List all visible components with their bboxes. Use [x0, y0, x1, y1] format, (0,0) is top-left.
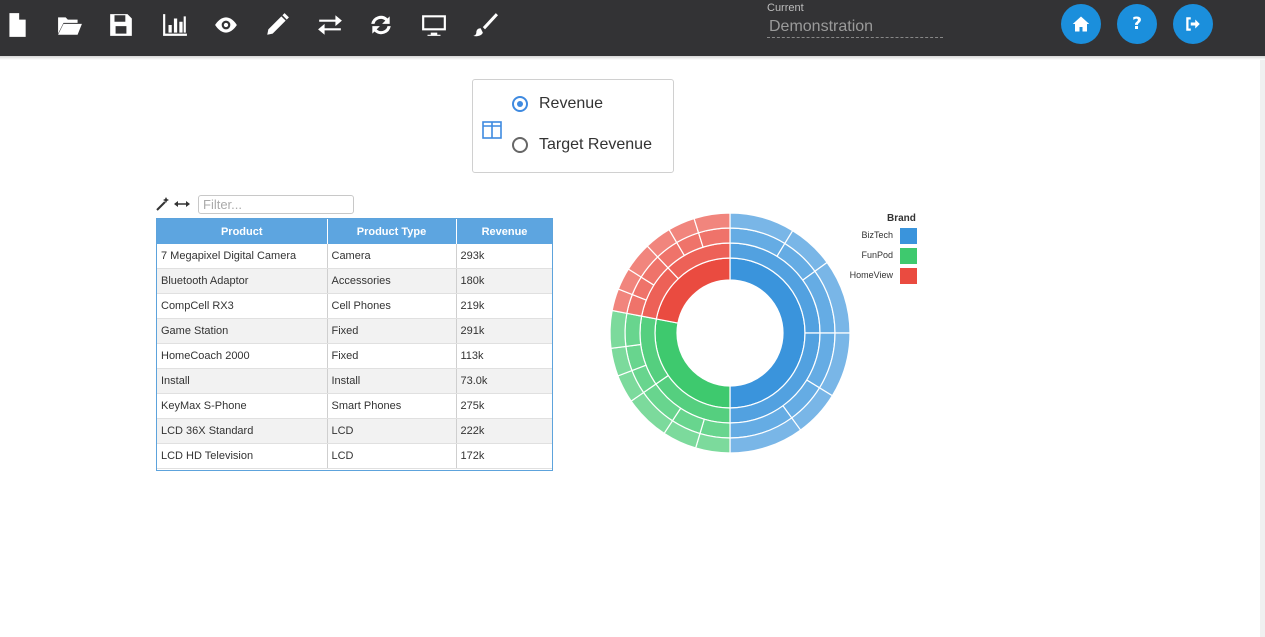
table-row[interactable]: LCD HD Television LCD 172k [157, 443, 552, 469]
column-header-revenue[interactable]: Revenue [456, 219, 552, 244]
cell-product: LCD 36X Standard [157, 418, 328, 444]
cell-product: HomeCoach 2000 [157, 343, 328, 369]
table-row[interactable]: KeyMax S-Phone Smart Phones 275k [157, 393, 552, 419]
top-toolbar: Current ? [0, 0, 1265, 56]
radio-revenue[interactable]: Revenue [512, 95, 603, 113]
cell-product: Install [157, 368, 328, 394]
column-header-product[interactable]: Product [157, 219, 328, 244]
table-row[interactable]: Install Install 73.0k [157, 368, 552, 394]
table-row[interactable]: CompCell RX3 Cell Phones 219k [157, 293, 552, 319]
cell-product-type: Install [327, 368, 457, 394]
filter-input[interactable] [198, 195, 354, 214]
cell-product-type: Fixed [327, 318, 457, 344]
legend-item-homeview[interactable]: HomeView [842, 268, 917, 284]
legend-item-funpod[interactable]: FunPod [842, 248, 917, 264]
cell-product: KeyMax S-Phone [157, 393, 328, 419]
paintbrush-icon[interactable] [470, 10, 500, 40]
save-icon[interactable] [106, 10, 136, 40]
cell-revenue: 180k [456, 268, 552, 294]
cell-revenue: 113k [456, 343, 552, 369]
page-scrollbar[interactable] [1260, 60, 1265, 637]
columns-icon[interactable] [482, 121, 502, 139]
cell-revenue: 291k [456, 318, 552, 344]
logout-button[interactable] [1173, 4, 1213, 44]
radio-revenue-indicator[interactable] [512, 96, 528, 112]
cell-revenue: 172k [456, 443, 552, 469]
cell-product-type: Accessories [327, 268, 457, 294]
toolbar-shadow [0, 56, 1265, 60]
new-file-icon[interactable] [2, 10, 32, 40]
table-row[interactable]: LCD 36X Standard LCD 222k [157, 418, 552, 444]
cell-product-type: Smart Phones [327, 393, 457, 419]
current-project-input[interactable] [767, 17, 943, 38]
table-row[interactable]: Game Station Fixed 291k [157, 318, 552, 344]
legend-label: FunPod [861, 250, 893, 260]
home-button[interactable] [1061, 4, 1101, 44]
current-project: Current [767, 2, 943, 38]
table-row[interactable]: 7 Megapixel Digital Camera Camera 293k [157, 244, 552, 269]
cell-product-type: Camera [327, 244, 457, 269]
cell-revenue: 73.0k [456, 368, 552, 394]
grid-tools [156, 197, 190, 211]
legend-item-biztech[interactable]: BizTech [842, 228, 917, 244]
cell-product: 7 Megapixel Digital Camera [157, 244, 328, 269]
table-row[interactable]: Bluetooth Adaptor Accessories 180k [157, 268, 552, 294]
home-icon [1072, 16, 1090, 32]
radio-target-revenue-label: Target Revenue [539, 136, 652, 153]
cell-revenue: 275k [456, 393, 552, 419]
sunburst-chart [609, 212, 851, 454]
legend-swatch [900, 228, 917, 244]
cell-product: LCD HD Television [157, 443, 328, 469]
help-button[interactable]: ? [1117, 4, 1157, 44]
legend-swatch [900, 248, 917, 264]
magic-wand-icon[interactable] [156, 197, 170, 211]
sign-out-icon [1186, 17, 1200, 31]
question-icon: ? [1132, 14, 1142, 34]
monitor-icon[interactable] [419, 10, 449, 40]
eye-icon[interactable] [211, 10, 241, 40]
radio-target-revenue[interactable]: Target Revenue [512, 136, 652, 154]
legend-label: BizTech [861, 230, 893, 240]
cell-revenue: 293k [456, 244, 552, 269]
sunburst-segment-product[interactable] [624, 312, 643, 348]
cell-product-type: Fixed [327, 343, 457, 369]
legend-title: Brand [887, 213, 916, 224]
sunburst-segment-detail[interactable] [609, 309, 628, 350]
cell-product-type: LCD [327, 418, 457, 444]
cell-revenue: 219k [456, 293, 552, 319]
radio-target-revenue-indicator[interactable] [512, 137, 528, 153]
cell-product: Bluetooth Adaptor [157, 268, 328, 294]
refresh-icon[interactable] [366, 10, 396, 40]
open-folder-icon[interactable] [55, 10, 85, 40]
grid-header-row: Product Product Type Revenue [157, 219, 552, 244]
cell-product-type: LCD [327, 443, 457, 469]
cell-product: Game Station [157, 318, 328, 344]
pencil-icon[interactable] [262, 10, 292, 40]
current-label: Current [767, 2, 804, 14]
table-row[interactable]: HomeCoach 2000 Fixed 113k [157, 343, 552, 369]
cell-product-type: Cell Phones [327, 293, 457, 319]
legend-label: HomeView [849, 270, 893, 280]
legend-swatch [900, 268, 917, 284]
resize-horizontal-icon[interactable] [174, 197, 190, 211]
radio-revenue-label: Revenue [539, 95, 604, 112]
measure-selector: Revenue Target Revenue [472, 79, 674, 173]
exchange-icon[interactable] [315, 10, 345, 40]
column-header-product-type[interactable]: Product Type [327, 219, 457, 244]
cell-revenue: 222k [456, 418, 552, 444]
cell-product: CompCell RX3 [157, 293, 328, 319]
data-grid: Product Product Type Revenue 7 Megapixel… [156, 218, 553, 471]
chart-icon[interactable] [160, 10, 190, 40]
